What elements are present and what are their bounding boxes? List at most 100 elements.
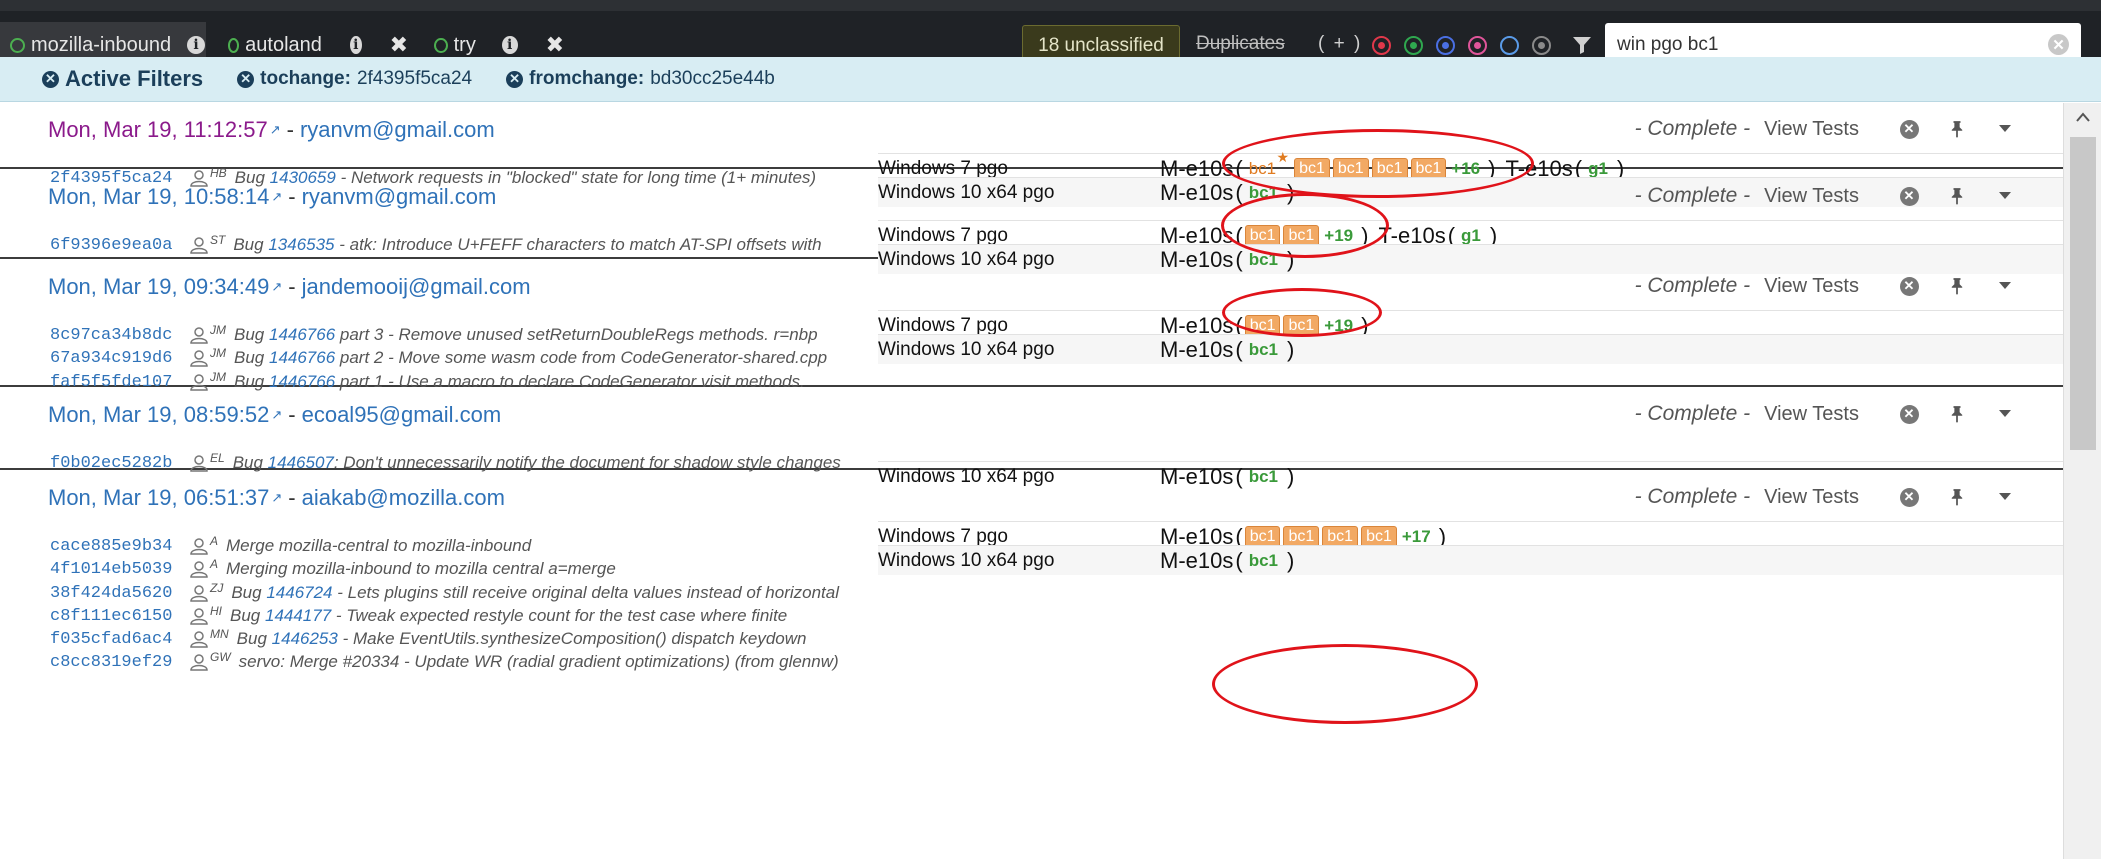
external-link-icon[interactable]: ↗ — [271, 490, 282, 506]
push-date-link[interactable]: Mon, Mar 19, 10:58:14 — [48, 184, 269, 210]
job-group-label[interactable]: M-e10s — [1160, 548, 1233, 574]
cancel-push-icon[interactable]: ✕ — [1899, 487, 1919, 507]
bug-link[interactable]: 1446766 — [269, 325, 335, 344]
clear-all-filters-icon[interactable]: ✕ — [42, 70, 59, 88]
job-button-success[interactable]: bc1 — [1245, 339, 1282, 361]
revision-hash-link[interactable]: 67a934c919d6 — [50, 349, 180, 368]
view-tests-link[interactable]: View Tests — [1764, 118, 1859, 141]
bug-link[interactable]: 1446253 — [272, 629, 338, 648]
revision-description: Merge mozilla-central to mozilla-inbound — [226, 536, 531, 556]
revision-hash-link[interactable]: 38f424da5620 — [50, 584, 180, 603]
remove-filter-icon[interactable]: ✕ — [506, 70, 524, 88]
revision-hash-link[interactable]: c8f111ec6150 — [50, 607, 180, 626]
view-tests-link[interactable]: View Tests — [1764, 185, 1859, 208]
revision-hash-link[interactable]: f0b02ec5282b — [50, 454, 180, 473]
cancel-push-icon[interactable]: ✕ — [1899, 404, 1919, 424]
external-link-icon[interactable]: ↗ — [271, 189, 282, 205]
commit-message: servo: Merge #20334 - Update WR (radial … — [238, 652, 839, 671]
push-menu-chevron-icon[interactable] — [1995, 119, 2015, 139]
push-menu-chevron-icon[interactable] — [1995, 487, 2015, 507]
filter-chip-tochange[interactable]: ✕ tochange: 2f4395f5ca24 — [237, 68, 472, 90]
pin-push-icon[interactable] — [1947, 487, 1967, 507]
more-jobs-count[interactable]: +19 — [1324, 226, 1353, 246]
info-icon[interactable]: i — [501, 36, 518, 54]
close-icon[interactable]: ✖ — [546, 32, 564, 58]
push-menu-chevron-icon[interactable] — [1995, 186, 2015, 206]
revision-row: c8f111ec6150 HI Bug 1444177 - Tweak expect… — [50, 606, 856, 626]
bug-link[interactable]: 1446724 — [266, 583, 332, 602]
person-icon — [190, 631, 208, 648]
filter-chip-fromchange[interactable]: ✕ fromchange: bd30cc25e44b — [506, 68, 775, 90]
revision-hash-link[interactable]: 8c97ca34b8dc — [50, 326, 180, 345]
external-link-icon[interactable]: ↗ — [271, 279, 282, 295]
view-tests-link[interactable]: View Tests — [1764, 486, 1859, 509]
remove-filter-icon[interactable]: ✕ — [237, 70, 255, 88]
pin-push-icon[interactable] — [1947, 404, 1967, 424]
revision-row: 8c97ca34b8dc JM Bug 1446766 part 3 - Remov… — [50, 325, 856, 345]
status-filter-usercancel-icon[interactable] — [1468, 36, 1487, 55]
pin-push-icon[interactable] — [1947, 186, 1967, 206]
cancel-push-icon[interactable]: ✕ — [1899, 119, 1919, 139]
author-initials: JM — [210, 348, 226, 360]
bug-link[interactable]: 1446766 — [269, 348, 335, 367]
info-icon[interactable]: i — [349, 36, 362, 54]
bug-link[interactable]: 1444177 — [265, 606, 331, 625]
duplicates-button[interactable]: Duplicates — [1196, 33, 1285, 55]
push-author-link[interactable]: ecoal95@gmail.com — [302, 402, 502, 428]
push-author-link[interactable]: jandemooij@gmail.com — [302, 274, 531, 300]
author-initials: EL — [210, 453, 225, 465]
job-button-success[interactable]: bc1 — [1245, 550, 1282, 572]
status-filter-busted-icon[interactable] — [1372, 36, 1391, 55]
commit-message: - Tweak expected restyle count for the t… — [331, 606, 788, 625]
push-author-link[interactable]: aiakab@mozilla.com — [302, 485, 505, 511]
author-initials: ST — [210, 235, 226, 247]
status-filter-pending-icon[interactable] — [1532, 36, 1551, 55]
revision-hash-link[interactable]: c8cc8319ef29 — [50, 653, 180, 672]
cancel-icon: ✕ — [1899, 186, 1919, 206]
pin-push-icon[interactable] — [1947, 276, 1967, 296]
cancel-icon: ✕ — [1899, 487, 1919, 507]
push-menu-chevron-icon[interactable] — [1995, 276, 2015, 296]
revision-row: 38f424da5620 ZJ Bug 1446724 - Lets plugins… — [50, 583, 856, 603]
status-filter-success-icon[interactable] — [1404, 36, 1423, 55]
pin-push-icon[interactable] — [1947, 119, 1967, 139]
push-date-link[interactable]: Mon, Mar 19, 11:12:57 — [48, 117, 268, 143]
info-icon[interactable]: i — [187, 36, 206, 54]
revision-hash-link[interactable]: 4f1014eb5039 — [50, 560, 180, 579]
revision-hash-link[interactable]: 6f9396e9ea0a — [50, 236, 180, 255]
view-tests-link[interactable]: View Tests — [1764, 403, 1859, 426]
revision-hash-link[interactable]: cace885e9b34 — [50, 537, 180, 556]
clear-search-icon[interactable]: ✕ — [2048, 34, 2069, 55]
commit-message: part 3 - Remove unused setReturnDoubleRe… — [335, 325, 818, 344]
add-filter-button[interactable]: ( + ) — [1318, 33, 1362, 55]
push: Mon, Mar 19, 10:58:14 ↗ - ryanvm@gmail.com -… — [0, 170, 2063, 274]
active-filters-title[interactable]: ✕ Active Filters — [42, 66, 203, 92]
status-filter-retry-icon[interactable] — [1436, 36, 1455, 55]
close-icon[interactable]: ✖ — [390, 32, 408, 58]
bug-link[interactable]: 1346535 — [268, 235, 334, 254]
revision-hash-link[interactable]: f035cfad6ac4 — [50, 630, 180, 649]
push-date-link[interactable]: Mon, Mar 19, 09:34:49 — [48, 274, 269, 300]
external-link-icon[interactable]: ↗ — [270, 122, 281, 138]
scroll-thumb[interactable] — [2070, 137, 2096, 450]
job-group-label[interactable]: M-e10s — [1160, 337, 1233, 363]
push-author-link[interactable]: ryanvm@gmail.com — [300, 117, 495, 143]
bug-link[interactable]: 1446507 — [268, 453, 334, 472]
more-jobs-count[interactable]: +17 — [1402, 527, 1431, 547]
push-date-link[interactable]: Mon, Mar 19, 08:59:52 — [48, 402, 269, 428]
scrollbar[interactable] — [2063, 103, 2101, 859]
cancel-push-icon[interactable]: ✕ — [1899, 186, 1919, 206]
filter-icon[interactable] — [1572, 35, 1592, 55]
cancel-push-icon[interactable]: ✕ — [1899, 276, 1919, 296]
paren: ) — [1286, 547, 1295, 573]
view-tests-link[interactable]: View Tests — [1764, 275, 1859, 298]
scroll-up-icon[interactable] — [2075, 111, 2091, 123]
push-author-link[interactable]: ryanvm@gmail.com — [302, 184, 497, 210]
more-jobs-count[interactable]: +19 — [1324, 316, 1353, 336]
push-header: Mon, Mar 19, 11:12:57 ↗ - ryanvm@gmail.com — [48, 117, 495, 143]
repo-name: try — [453, 33, 476, 56]
external-link-icon[interactable]: ↗ — [271, 407, 282, 423]
push-menu-chevron-icon[interactable] — [1995, 404, 2015, 424]
status-filter-running-icon[interactable] — [1500, 36, 1519, 55]
push-date-link[interactable]: Mon, Mar 19, 06:51:37 — [48, 485, 269, 511]
